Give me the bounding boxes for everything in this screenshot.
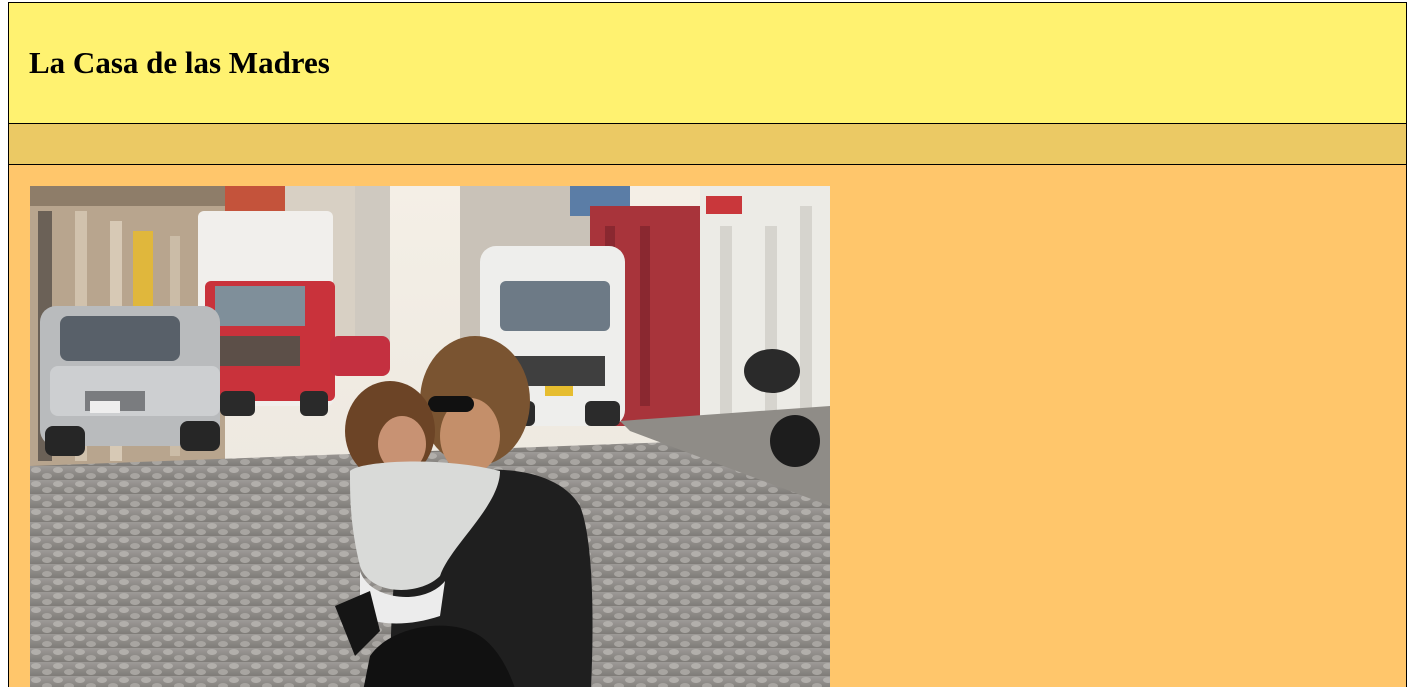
site-header: La Casa de las Madres [8, 2, 1407, 124]
hero-image [30, 186, 830, 687]
main-content [8, 165, 1407, 687]
page: La Casa de las Madres [0, 0, 1413, 687]
nav-bar [8, 123, 1407, 165]
site-title: La Casa de las Madres [29, 45, 330, 80]
